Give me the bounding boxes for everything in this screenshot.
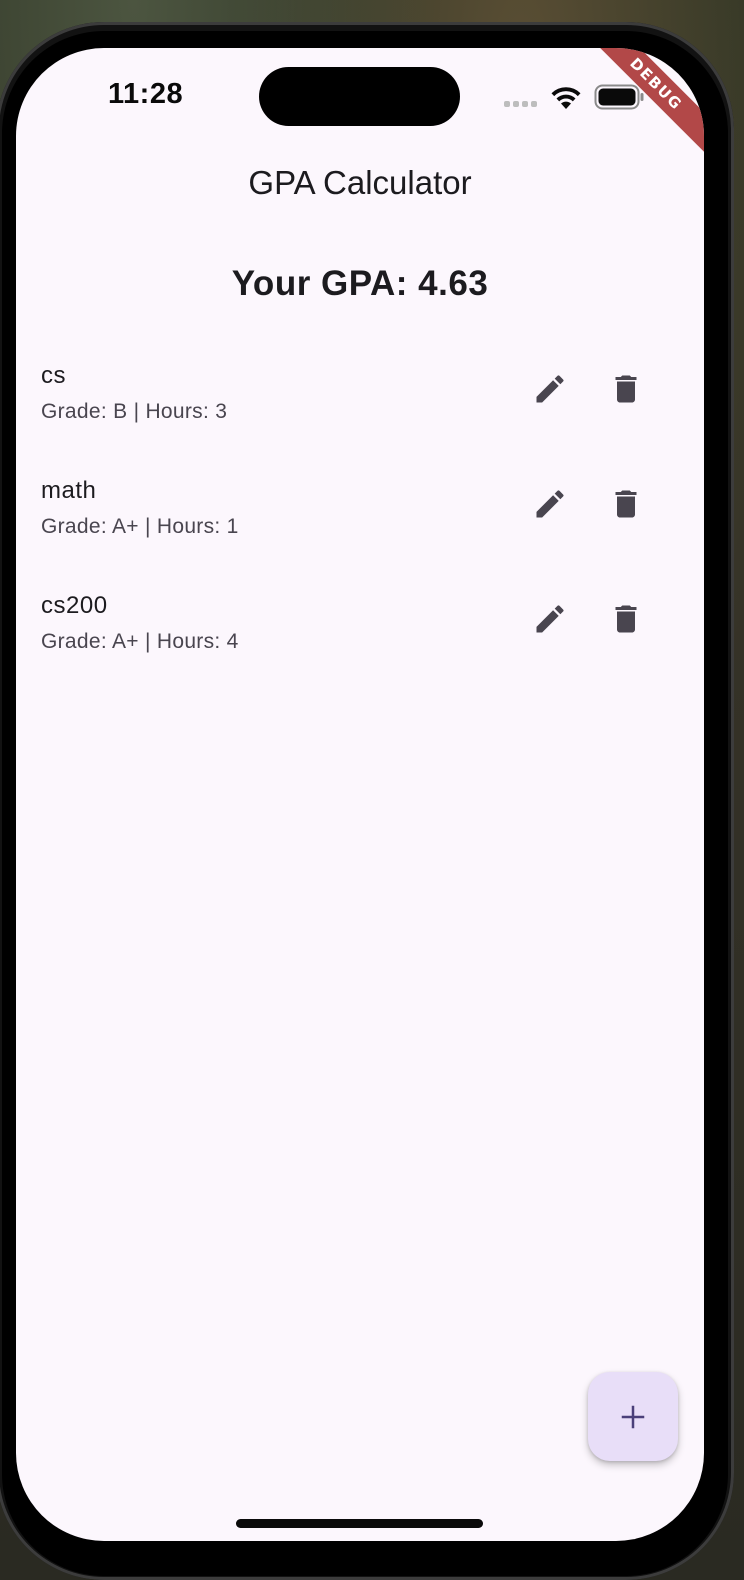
course-detail: Grade: A+ | Hours: 1	[41, 515, 239, 538]
course-name: math	[41, 477, 97, 504]
course-list-item: cs Grade: B | Hours: 3	[16, 338, 704, 453]
cellular-signal-icon	[504, 101, 537, 107]
delete-course-button[interactable]	[598, 591, 654, 647]
edit-icon	[536, 490, 564, 518]
wifi-icon	[551, 87, 581, 109]
course-name: cs	[41, 362, 66, 389]
delete-course-button[interactable]	[598, 361, 654, 417]
dynamic-island	[259, 67, 460, 126]
course-list: cs Grade: B | Hours: 3 math Grade: A+ | …	[16, 338, 704, 683]
course-list-item: math Grade: A+ | Hours: 1	[16, 453, 704, 568]
status-time: 11:28	[108, 78, 184, 110]
edit-icon	[536, 375, 564, 403]
delete-course-button[interactable]	[598, 476, 654, 532]
edit-icon	[536, 605, 564, 633]
add-icon	[621, 1405, 645, 1428]
delete-icon	[615, 375, 637, 403]
home-indicator[interactable]	[236, 1519, 483, 1528]
edit-course-button[interactable]	[522, 361, 578, 417]
course-list-item: cs200 Grade: A+ | Hours: 4	[16, 568, 704, 683]
delete-icon	[615, 490, 637, 518]
add-course-button[interactable]	[588, 1372, 678, 1461]
course-detail: Grade: A+ | Hours: 4	[41, 630, 239, 653]
edit-course-button[interactable]	[522, 476, 578, 532]
gpa-summary: Your GPA: 4.63	[231, 264, 489, 303]
edit-course-button[interactable]	[522, 591, 578, 647]
course-name: cs200	[41, 592, 108, 619]
app-screen: 11:28 DEBUG GPA Calculator Your GPA: 4.6…	[16, 48, 704, 1541]
delete-icon	[615, 605, 637, 633]
course-detail: Grade: B | Hours: 3	[41, 400, 228, 423]
page-title: GPA Calculator	[248, 164, 472, 201]
battery-icon	[594, 84, 644, 110]
